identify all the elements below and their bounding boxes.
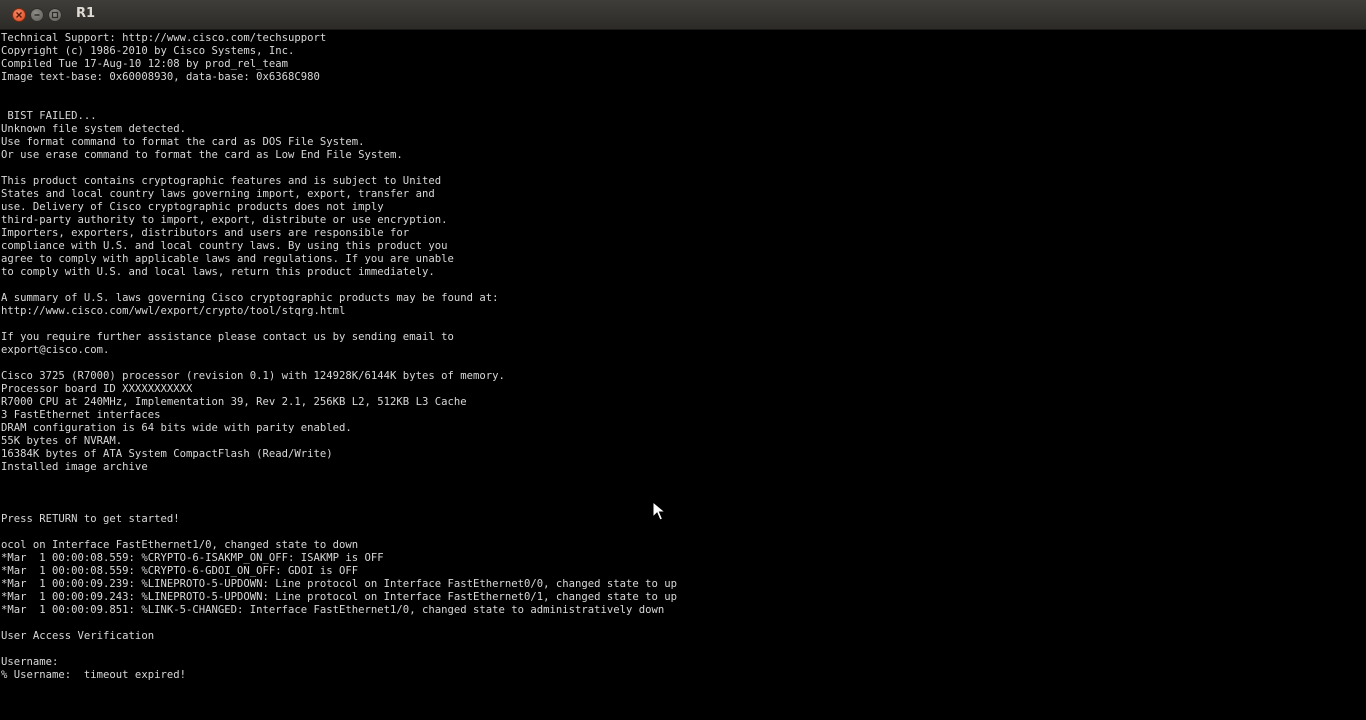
terminal-line: third-party authority to import, export,… xyxy=(1,214,448,226)
terminal-line: *Mar 1 00:00:09.851: %LINK-5-CHANGED: In… xyxy=(1,604,665,616)
terminal-line: export@cisco.com. xyxy=(1,344,110,356)
terminal-line: Unknown file system detected. xyxy=(1,123,186,135)
terminal-output[interactable]: Technical Support: http://www.cisco.com/… xyxy=(0,30,1366,720)
terminal-line: *Mar 1 00:00:09.243: %LINEPROTO-5-UPDOWN… xyxy=(1,591,678,603)
terminal-line: If you require further assistance please… xyxy=(1,331,454,343)
terminal-line: 55K bytes of NVRAM. xyxy=(1,435,123,447)
terminal-line: User Access Verification xyxy=(1,630,155,642)
window-title: R1 xyxy=(76,6,96,21)
close-button[interactable] xyxy=(12,8,26,22)
terminal-line: Press RETURN to get started! xyxy=(1,513,180,525)
close-icon xyxy=(16,12,22,18)
terminal-line: *Mar 1 00:00:08.559: %CRYPTO-6-GDOI_ON_O… xyxy=(1,565,359,577)
minimize-icon xyxy=(34,14,40,16)
terminal-line: agree to comply with applicable laws and… xyxy=(1,253,454,265)
terminal-line: Or use erase command to format the card … xyxy=(1,149,403,161)
terminal-line: Technical Support: http://www.cisco.com/… xyxy=(1,32,327,44)
terminal-line: R7000 CPU at 240MHz, Implementation 39, … xyxy=(1,396,467,408)
minimize-button[interactable] xyxy=(30,8,44,22)
terminal-line: to comply with U.S. and local laws, retu… xyxy=(1,266,435,278)
window-titlebar[interactable]: R1 xyxy=(0,0,1366,30)
terminal-line: Copyright (c) 1986-2010 by Cisco Systems… xyxy=(1,45,295,57)
terminal-line: Image text-base: 0x60008930, data-base: … xyxy=(1,71,320,83)
terminal-line: ocol on Interface FastEthernet1/0, chang… xyxy=(1,539,359,551)
terminal-line: *Mar 1 00:00:09.239: %LINEPROTO-5-UPDOWN… xyxy=(1,578,678,590)
terminal-line: Compiled Tue 17-Aug-10 12:08 by prod_rel… xyxy=(1,58,289,70)
terminal-line: A summary of U.S. laws governing Cisco c… xyxy=(1,292,499,304)
terminal-line: This product contains cryptographic feat… xyxy=(1,175,442,187)
maximize-button[interactable] xyxy=(48,8,62,22)
terminal-line: Importers, exporters, distributors and u… xyxy=(1,227,410,239)
terminal-line: Username: xyxy=(1,656,59,668)
terminal-line: Processor board ID XXXXXXXXXXX xyxy=(1,383,193,395)
terminal-line: http://www.cisco.com/wwl/export/crypto/t… xyxy=(1,305,346,317)
mouse-pointer-icon xyxy=(652,501,666,521)
terminal-line: % Username: timeout expired! xyxy=(1,669,186,681)
terminal-line: 16384K bytes of ATA System CompactFlash … xyxy=(1,448,333,460)
terminal-line: Installed image archive xyxy=(1,461,148,473)
terminal-line: Use format command to format the card as… xyxy=(1,136,365,148)
terminal-line: Cisco 3725 (R7000) processor (revision 0… xyxy=(1,370,505,382)
maximize-icon xyxy=(51,11,59,19)
terminal-line: States and local country laws governing … xyxy=(1,188,435,200)
terminal-line: use. Delivery of Cisco cryptographic pro… xyxy=(1,201,384,213)
terminal-line: *Mar 1 00:00:08.559: %CRYPTO-6-ISAKMP_ON… xyxy=(1,552,384,564)
terminal-line: compliance with U.S. and local country l… xyxy=(1,240,448,252)
terminal-line: BIST FAILED... xyxy=(1,110,97,122)
terminal-line: DRAM configuration is 64 bits wide with … xyxy=(1,422,352,434)
terminal-line: 3 FastEthernet interfaces xyxy=(1,409,161,421)
